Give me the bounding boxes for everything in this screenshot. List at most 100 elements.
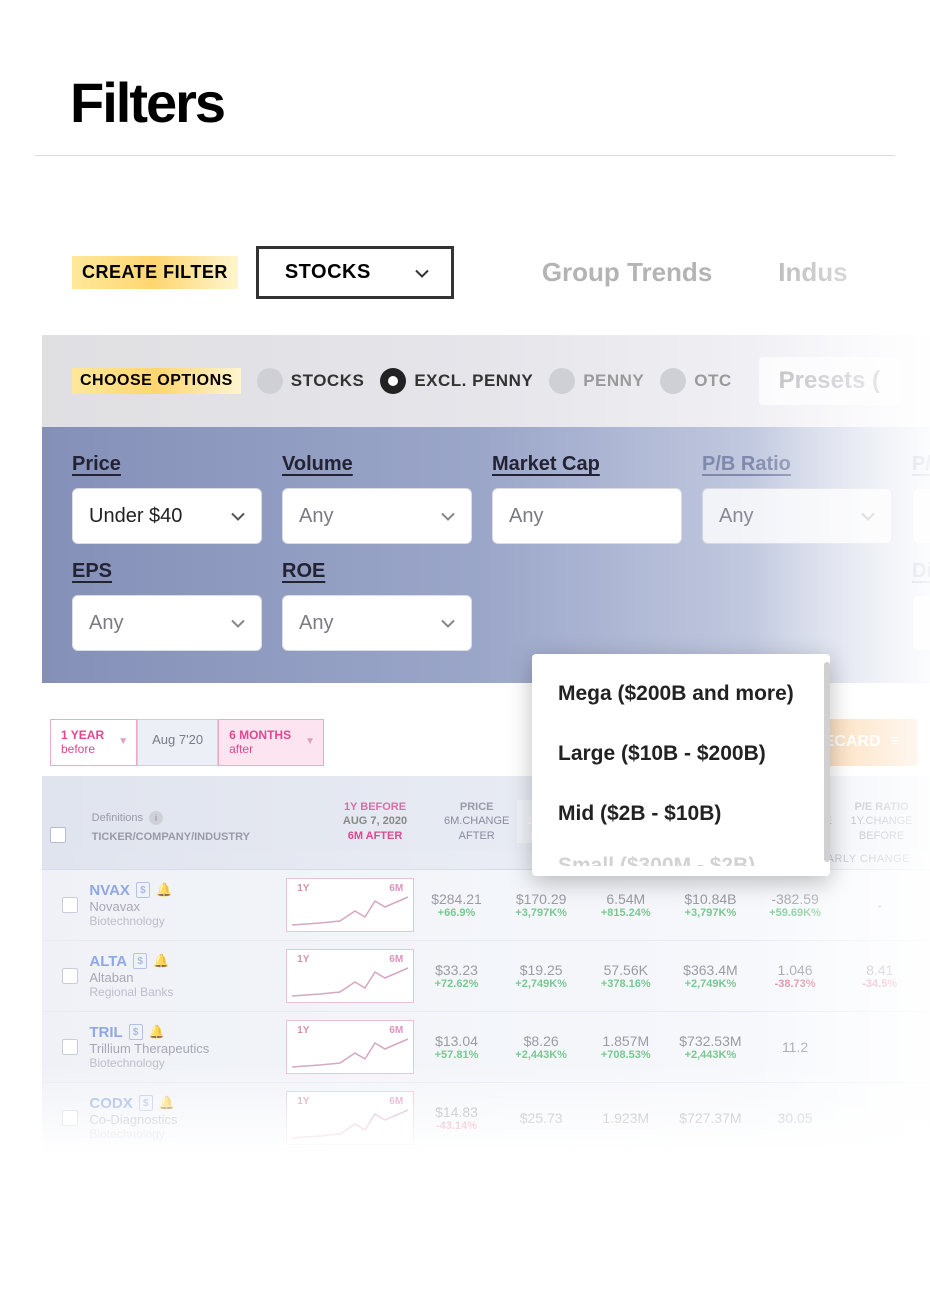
ticker-link[interactable]: ALTA $ 🔔 — [89, 953, 286, 970]
select-value: Any — [89, 612, 123, 635]
chevron-down-icon — [231, 612, 245, 635]
price-before-chg: +3,797K% — [499, 907, 584, 919]
radio-icon — [549, 368, 575, 394]
company-name: Altaban — [89, 970, 286, 985]
chevron-down-icon — [441, 505, 455, 528]
price-before: $25.73 — [499, 1110, 584, 1126]
info-icon: i — [149, 811, 163, 825]
col-spark-l2: AUG 7, 2020 — [314, 814, 436, 828]
pe-chg: -34.5% — [837, 978, 922, 990]
row-checkbox[interactable] — [62, 1039, 78, 1055]
after-period-select[interactable]: 6 MONTHS after ▼ — [218, 719, 324, 766]
market-cap-select[interactable]: Any — [492, 488, 682, 544]
row-checkbox[interactable] — [62, 1110, 78, 1126]
mcap: $727.37M — [668, 1110, 753, 1126]
pe-select-partial[interactable] — [912, 488, 930, 544]
sparkline[interactable]: 1Y 6M — [286, 1020, 414, 1074]
dropdown-item-mega[interactable]: Mega ($200B and more) — [532, 664, 830, 724]
volume: 1.857M — [583, 1033, 668, 1049]
table-row: CODX $ 🔔 Co-Diagnostics Biotechnology 1Y… — [42, 1083, 930, 1154]
radio-otc[interactable]: OTC — [660, 368, 731, 394]
filter-label-market-cap: Market Cap — [492, 453, 682, 476]
row-checkbox[interactable] — [62, 968, 78, 984]
pb-chg: -38.73% — [753, 978, 838, 990]
period-l1: 6 MONTHS — [229, 728, 291, 742]
pb: 30.05 — [753, 1110, 838, 1126]
volume-select[interactable]: Any — [282, 488, 472, 544]
ticker-link[interactable]: NVAX $ 🔔 — [89, 882, 286, 899]
bell-icon[interactable]: 🔔 — [156, 882, 172, 898]
period-l2: before — [61, 742, 95, 756]
price-before: $8.26 — [499, 1033, 584, 1049]
dollar-icon: $ — [133, 953, 147, 969]
price-select[interactable]: Under $40 — [72, 488, 262, 544]
price-after-chg: +66.9% — [414, 907, 499, 919]
select-value: Under $40 — [89, 505, 182, 528]
mcap: $363.4M — [668, 962, 753, 978]
company-name: Novavax — [89, 899, 286, 914]
price-after: $13.04 — [414, 1033, 499, 1049]
industry-name: Biotechnology — [89, 914, 286, 928]
eps-select[interactable]: Any — [72, 595, 262, 651]
mcap-chg: +3,797K% — [668, 907, 753, 919]
create-filter-label: CREATE FILTER — [72, 256, 238, 289]
filter-label-div-partial: Di — [912, 560, 930, 583]
radio-icon — [257, 368, 283, 394]
industry-name: Regional Banks — [89, 985, 286, 999]
radio-stocks[interactable]: STOCKS — [257, 368, 365, 394]
volume-chg: +378.16% — [583, 978, 668, 990]
sparkline[interactable]: 1Y 6M — [286, 878, 414, 932]
radio-icon — [660, 368, 686, 394]
dropdown-item-small[interactable]: Small ($300M - $2B) — [532, 844, 830, 866]
filter-label-eps: EPS — [72, 560, 262, 583]
pb-chg: +59.69K% — [753, 907, 838, 919]
tab-group-trends[interactable]: Group Trends — [542, 257, 712, 288]
radio-icon — [380, 368, 406, 394]
volume: 1.923M — [583, 1110, 668, 1126]
dollar-icon: $ — [129, 1024, 143, 1040]
price-after: $14.83 — [414, 1104, 499, 1120]
dropdown-item-mid[interactable]: Mid ($2B - $10B) — [532, 784, 830, 844]
filter-label-pb-ratio: P/B Ratio — [702, 453, 892, 476]
select-value: Any — [299, 612, 333, 635]
asset-type-value: STOCKS — [285, 261, 371, 283]
presets-button[interactable]: Presets ( — [759, 357, 900, 405]
before-period-select[interactable]: 1 YEAR before ▼ — [50, 719, 137, 766]
roe-select[interactable]: Any — [282, 595, 472, 651]
mcap-chg: +2,749K% — [668, 978, 753, 990]
table-row: ALTA $ 🔔 Altaban Regional Banks 1Y 6M $3… — [42, 941, 930, 1012]
bell-icon[interactable]: 🔔 — [159, 1095, 175, 1111]
dropdown-item-large[interactable]: Large ($10B - $200B) — [532, 724, 830, 784]
chevron-down-icon — [441, 612, 455, 635]
chevron-down-icon — [415, 261, 429, 284]
sparkline[interactable]: 1Y 6M — [286, 949, 414, 1003]
filter-label-volume: Volume — [282, 453, 472, 476]
ticker-link[interactable]: CODX $ 🔔 — [89, 1095, 286, 1112]
bell-icon[interactable]: 🔔 — [153, 953, 169, 969]
pb-ratio-select[interactable]: Any — [702, 488, 892, 544]
reference-date[interactable]: Aug 7'20 — [137, 719, 218, 766]
radio-penny[interactable]: PENNY — [549, 368, 644, 394]
price-after: $33.23 — [414, 962, 499, 978]
div-select-partial[interactable] — [912, 595, 930, 651]
sparkline[interactable]: 1Y 6M — [286, 1091, 414, 1145]
ticker-link[interactable]: TRIL $ 🔔 — [89, 1024, 286, 1041]
price-after: $284.21 — [414, 891, 499, 907]
definitions-link[interactable]: Definitionsi — [92, 811, 314, 825]
pe: - — [837, 897, 922, 913]
asset-type-select[interactable]: STOCKS — [256, 246, 454, 299]
pb: 1.046 — [753, 962, 838, 978]
price-after-chg: -43.14% — [414, 1120, 499, 1132]
tab-industry[interactable]: Indus — [778, 257, 847, 288]
radio-label: EXCL. PENNY — [414, 371, 533, 391]
radio-excl-penny[interactable]: EXCL. PENNY — [380, 368, 533, 394]
mcap-chg: +2,443K% — [668, 1049, 753, 1061]
bell-icon[interactable]: 🔔 — [149, 1024, 165, 1040]
chevron-down-icon — [231, 505, 245, 528]
table-row: NVAX $ 🔔 Novavax Biotechnology 1Y 6M $28… — [42, 870, 930, 941]
radio-label: PENNY — [583, 371, 644, 391]
select-all-checkbox[interactable] — [50, 827, 66, 843]
price-before-chg: +2,443K% — [499, 1049, 584, 1061]
volume: 6.54M — [583, 891, 668, 907]
row-checkbox[interactable] — [62, 897, 78, 913]
